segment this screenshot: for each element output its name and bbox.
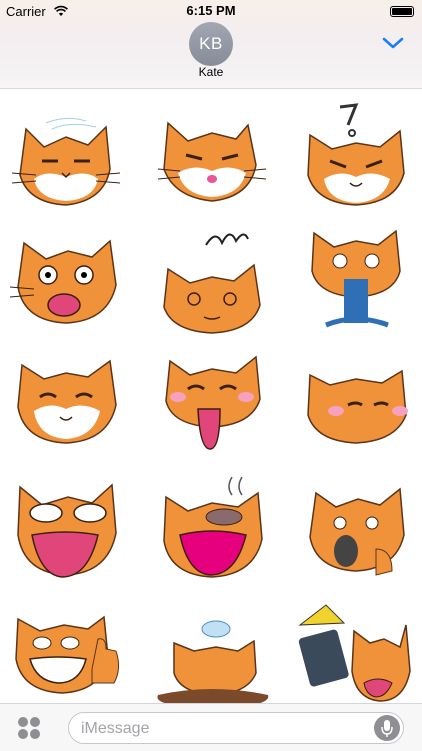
thumbs-up-cat-sticker[interactable]: [6, 599, 126, 709]
laughing-cat-sticker[interactable]: [6, 477, 126, 587]
microphone-icon: [381, 720, 393, 737]
sleepy-cat-sticker[interactable]: [6, 109, 126, 219]
hand-over-mouth-cat-sticker[interactable]: [296, 477, 416, 587]
smug-cat-sticker[interactable]: [152, 109, 272, 219]
happy-cat-sticker[interactable]: [6, 345, 126, 455]
message-placeholder: iMessage: [81, 720, 150, 737]
microphone-button[interactable]: [374, 715, 400, 741]
conversation-header: Carrier 6:15 PM KB Kate: [0, 0, 422, 89]
contact-name[interactable]: Kate: [0, 65, 422, 79]
avatar[interactable]: KB: [189, 22, 233, 66]
chevron-down-icon[interactable]: [382, 36, 404, 50]
phone-cat-sticker[interactable]: [296, 599, 416, 709]
yawning-cat-sticker[interactable]: [152, 477, 272, 587]
app-drawer-icon[interactable]: [16, 716, 42, 740]
message-input[interactable]: iMessage: [68, 712, 404, 744]
angry-cat-sticker[interactable]: [296, 99, 416, 209]
shocked-cat-sticker[interactable]: [6, 225, 126, 335]
message-input-bar: iMessage: [0, 703, 422, 751]
clock: 6:15 PM: [186, 3, 236, 18]
tongue-out-cat-sticker[interactable]: [152, 345, 272, 455]
status-bar: Carrier 6:15 PM: [0, 0, 422, 22]
battery-icon: [390, 6, 414, 17]
melting-cat-sticker[interactable]: [152, 599, 272, 709]
dizzy-cat-sticker[interactable]: [152, 225, 272, 335]
blushing-cat-sticker[interactable]: [296, 345, 416, 455]
vomiting-cat-sticker[interactable]: [296, 225, 416, 335]
sticker-grid: [0, 89, 422, 707]
